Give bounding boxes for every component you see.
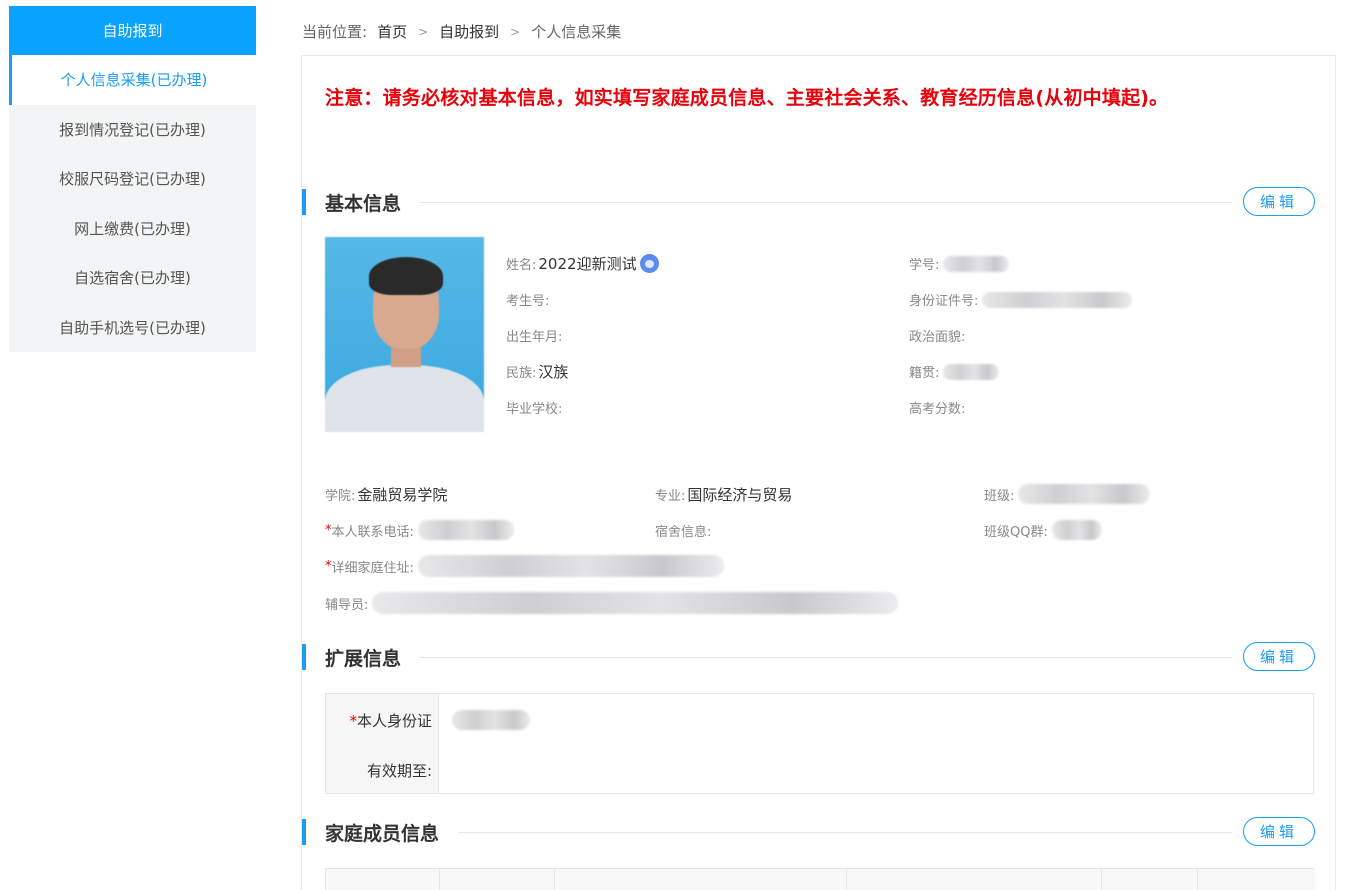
field-ethnicity: 民族: 汉族 bbox=[506, 361, 568, 382]
table-column bbox=[847, 869, 1102, 890]
breadcrumb-current: 个人信息采集 bbox=[531, 23, 622, 41]
sidebar-item-uniform-size[interactable]: 校服尺码登记(已办理) bbox=[9, 154, 256, 204]
field-name: 姓名: 2022迎新测试 bbox=[506, 253, 659, 274]
section-accent-bar bbox=[302, 189, 306, 215]
field-label: 姓名: bbox=[506, 258, 537, 273]
redacted-value bbox=[417, 555, 724, 577]
field-college: 学院: 金融贸易学院 bbox=[325, 484, 447, 505]
sidebar-item-phone-number[interactable]: 自助手机选号(已办理) bbox=[9, 303, 256, 353]
student-photo bbox=[325, 237, 484, 432]
field-label: 详细家庭住址: bbox=[331, 560, 414, 576]
field-phone: * 本人联系电话: bbox=[325, 520, 514, 540]
field-counselor: 辅导员: bbox=[325, 592, 899, 614]
field-label: 专业: bbox=[655, 489, 686, 504]
sidebar-item-dorm-select[interactable]: 自选宿舍(已办理) bbox=[9, 253, 256, 303]
breadcrumb-self-report[interactable]: 自助报到 bbox=[439, 21, 499, 42]
field-value: 2022迎新测试 bbox=[538, 255, 637, 273]
field-value: 金融贸易学院 bbox=[357, 486, 448, 504]
extended-info-table: *本人身份证 有效期至: bbox=[325, 693, 1314, 794]
redacted-value bbox=[943, 363, 1000, 380]
field-address: * 详细家庭住址: bbox=[325, 555, 724, 577]
field-label: 身份证件号: bbox=[909, 294, 979, 309]
field-label: 班级QQ群: bbox=[984, 524, 1048, 540]
table-column bbox=[326, 869, 440, 890]
section-title: 基本信息 bbox=[325, 193, 402, 215]
section-title: 扩展信息 bbox=[325, 648, 402, 670]
table-column bbox=[1102, 869, 1198, 890]
field-label: 出生年月: bbox=[506, 330, 563, 345]
section-accent-bar bbox=[302, 819, 306, 845]
breadcrumb-separator: > bbox=[418, 24, 429, 39]
main-panel: 注意：请务必核对基本信息，如实填写家庭成员信息、主要社会关系、教育经历信息(从初… bbox=[301, 55, 1336, 890]
sidebar-header[interactable]: 自助报到 bbox=[9, 6, 256, 55]
divider bbox=[458, 832, 1232, 833]
required-mark: * bbox=[349, 712, 357, 730]
field-score: 高考分数: bbox=[909, 398, 965, 417]
id-card-label: *本人身份证 bbox=[349, 712, 432, 730]
sidebar: 自助报到 个人信息采集(已办理) 报到情况登记(已办理) 校服尺码登记(已办理)… bbox=[9, 6, 256, 352]
field-value: 汉族 bbox=[538, 363, 569, 381]
section-accent-bar bbox=[302, 644, 306, 670]
field-label: 本人联系电话: bbox=[331, 524, 414, 540]
section-title: 家庭成员信息 bbox=[325, 823, 440, 845]
notice-text: 注意：请务必核对基本信息，如实填写家庭成员信息、主要社会关系、教育经历信息(从初… bbox=[325, 87, 1169, 109]
field-label: 籍贯: bbox=[909, 366, 940, 381]
redacted-value bbox=[1051, 520, 1102, 540]
redacted-value bbox=[943, 255, 1010, 272]
field-label: 毕业学校: bbox=[506, 402, 563, 417]
divider bbox=[420, 657, 1232, 658]
field-label: 高考分数: bbox=[909, 402, 966, 417]
field-label: 学院: bbox=[325, 489, 356, 504]
avatar-badge-icon bbox=[639, 254, 659, 273]
edit-family-button[interactable]: 编辑 bbox=[1243, 817, 1315, 846]
field-label: 学号: bbox=[909, 258, 940, 273]
redacted-value bbox=[417, 520, 514, 540]
redacted-value bbox=[982, 291, 1133, 308]
field-label: 宿舍信息: bbox=[655, 525, 712, 540]
edit-extended-button[interactable]: 编辑 bbox=[1243, 642, 1315, 671]
sidebar-item-online-payment[interactable]: 网上缴费(已办理) bbox=[9, 204, 256, 254]
field-exam-no: 考生号: bbox=[506, 290, 549, 309]
sidebar-item-personal-info[interactable]: 个人信息采集(已办理) bbox=[9, 55, 256, 105]
field-label: 考生号: bbox=[506, 294, 550, 309]
field-label: 民族: bbox=[506, 366, 537, 381]
breadcrumb-separator: > bbox=[510, 24, 521, 39]
valid-until-label: 有效期至: bbox=[366, 762, 432, 780]
field-qq-group: 班级QQ群: bbox=[984, 520, 1102, 540]
field-label: 班级: bbox=[984, 488, 1015, 504]
breadcrumb-home[interactable]: 首页 bbox=[377, 21, 407, 42]
field-birth: 出生年月: bbox=[506, 326, 562, 345]
field-class: 班级: bbox=[984, 484, 1151, 504]
field-value: 国际经济与贸易 bbox=[687, 486, 793, 504]
field-dorm: 宿舍信息: bbox=[655, 521, 711, 540]
redacted-value bbox=[452, 710, 530, 730]
sidebar-item-report-status[interactable]: 报到情况登记(已办理) bbox=[9, 105, 256, 155]
table-column bbox=[555, 869, 847, 890]
section-basic-info: 基本信息 编辑 bbox=[302, 187, 1337, 217]
field-political: 政治面貌: bbox=[909, 326, 965, 345]
label-column: *本人身份证 有效期至: bbox=[326, 694, 439, 793]
breadcrumb: 当前位置: 首页 > 自助报到 > 个人信息采集 bbox=[302, 21, 625, 42]
field-school: 毕业学校: bbox=[506, 398, 562, 417]
section-family-info: 家庭成员信息 编辑 bbox=[302, 817, 1337, 847]
section-extended-info: 扩展信息 编辑 bbox=[302, 642, 1337, 672]
family-members-table bbox=[325, 868, 1315, 890]
field-major: 专业: 国际经济与贸易 bbox=[655, 484, 792, 505]
field-student-id: 学号: bbox=[909, 254, 1010, 273]
field-label: 政治面貌: bbox=[909, 330, 966, 345]
breadcrumb-prefix: 当前位置: bbox=[302, 23, 368, 41]
table-column bbox=[440, 869, 555, 890]
field-label: 辅导员: bbox=[325, 597, 369, 613]
edit-basic-button[interactable]: 编辑 bbox=[1243, 187, 1315, 216]
field-id-card: 身份证件号: bbox=[909, 290, 1133, 309]
redacted-value bbox=[1018, 484, 1151, 504]
field-native-place: 籍贯: bbox=[909, 362, 1000, 381]
redacted-value bbox=[372, 592, 899, 614]
divider bbox=[420, 202, 1232, 203]
